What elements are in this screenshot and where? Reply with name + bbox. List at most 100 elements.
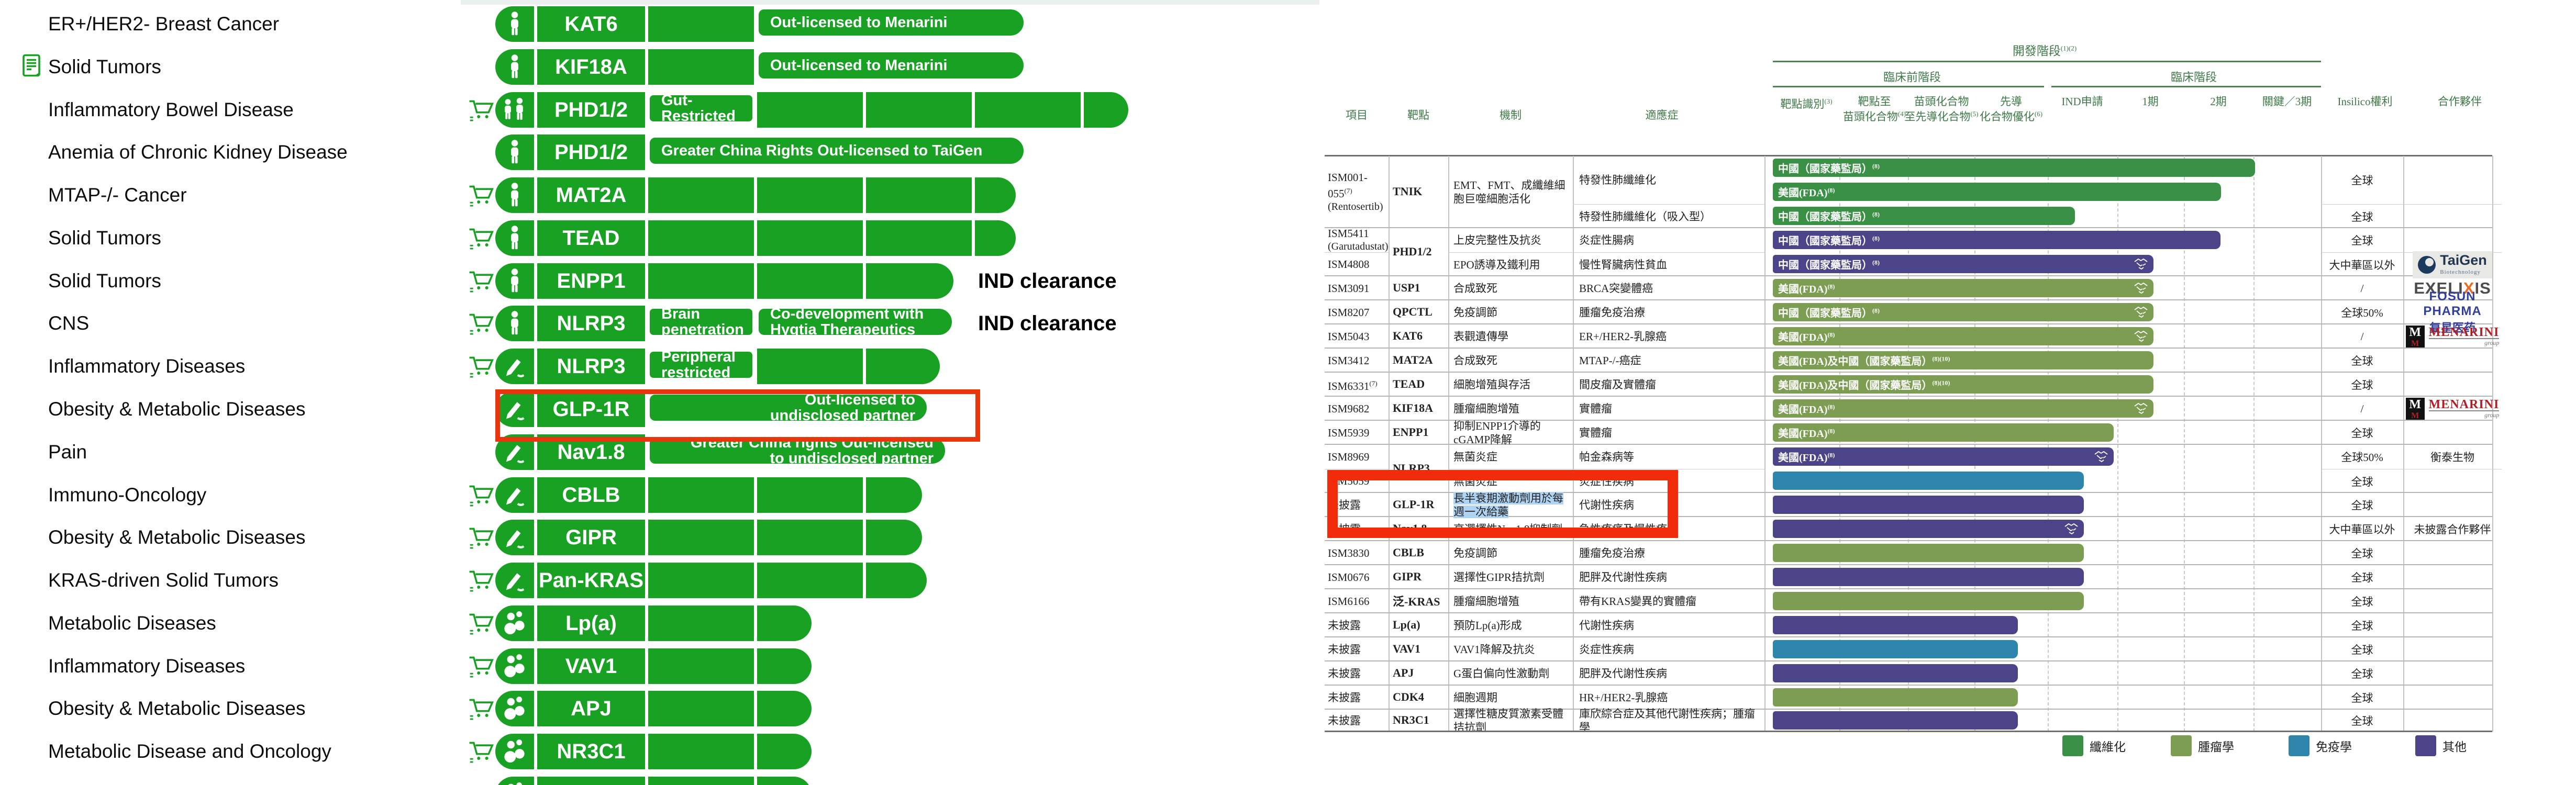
bar-approval-label: 中國（國家藥監局）(8): [1778, 160, 1880, 175]
mechanism-cell: 細胞增殖與存活: [1448, 373, 1573, 397]
pipeline-row: [0, 777, 1183, 785]
stage-segment: [648, 563, 754, 598]
item-id: ISM0676: [1328, 571, 1369, 584]
rights-column: 全球: [2321, 710, 2403, 731]
annotation-box: Greater China Rights Out-licensed to Tai…: [648, 136, 1025, 165]
partner-cell: 未披露合作夥伴: [2403, 517, 2502, 541]
header-line-preclinical: [1773, 86, 2044, 87]
item-cell: ISM8969: [1325, 445, 1389, 469]
mechanism-cell: 無菌炎症: [1448, 445, 1573, 469]
legend-label: 免疫學: [2316, 737, 2352, 755]
indication-column: 庫欣綜合症及其他代謝性疾病；腫瘤學: [1573, 710, 1764, 731]
menarini-logo: MMENARINIgroup: [2406, 398, 2500, 420]
pen-signing-icon: [503, 440, 527, 464]
mechanism-column: G蛋白偏向性激動劑: [1448, 661, 1573, 685]
item-id: ISM8969: [1328, 451, 1369, 463]
item-id: ISM5411: [1328, 227, 1369, 240]
target-pill-label: Pan-KRAS: [537, 563, 645, 598]
item-id: ISM5043: [1328, 330, 1369, 343]
item-id: 未披露: [1328, 643, 1361, 656]
modality-icon: [495, 605, 534, 641]
annotation-line: Hygtia Therapeutics: [770, 322, 940, 338]
stage-segment: [757, 92, 863, 128]
modality-icon: [495, 563, 534, 598]
indication-label: ER+/HER2- Breast Cancer: [48, 6, 279, 42]
stage-bar: [1773, 472, 2084, 490]
indication-label: Metabolic Diseases: [48, 605, 216, 641]
stage-segment: [648, 605, 754, 641]
stage-segment: [648, 691, 754, 726]
mechanism-column: 腫瘤細胞增殖: [1448, 589, 1573, 612]
partner-column: [2403, 589, 2502, 612]
partner-cell: [2403, 228, 2502, 252]
table-bottom-line: [1325, 731, 2492, 732]
program-row: ISM3830 CBLB 免疫調節 腫瘤免疫治療: [1325, 541, 2492, 565]
stage-bar: 中國（國家藥監局）(8): [1773, 159, 2255, 177]
item-cell: ISM3091: [1325, 276, 1389, 300]
rights-column: 全球: [2321, 349, 2403, 372]
rights-column: 全球: [2321, 613, 2403, 636]
stage-segment: [757, 263, 863, 299]
modality-icon: [495, 349, 534, 384]
mechanism-cell: 細胞週期: [1448, 686, 1573, 710]
target-cell: 泛-KRAS: [1389, 589, 1448, 612]
rights-column: 全球: [2321, 373, 2403, 396]
mechanism-cell: 抑制ENPP1介導的cGAMP降解: [1448, 421, 1573, 445]
partner-cell: [2403, 637, 2502, 661]
stage-segment: [757, 691, 812, 726]
legend-label: 其他: [2442, 737, 2467, 755]
stage-bar: [1773, 568, 2084, 586]
pipeline-row: Metabolic Diseases: [0, 605, 1183, 641]
pipeline-row: Obesity & Metabolic Diseases: [0, 691, 1183, 726]
stage-segment: [757, 520, 863, 555]
rights-cell: 全球: [2321, 469, 2403, 493]
cart-icon: [468, 225, 495, 254]
indication-column: ER+/HER2-乳腺癌: [1573, 324, 1764, 347]
stage-bar: [1773, 664, 2018, 682]
indication-cell: ER+/HER2-乳腺癌: [1573, 324, 1764, 349]
pipeline-slide-left: ER+/HER2- Breast Cancer KAT6: [0, 0, 1183, 785]
target-cell: VAV1: [1389, 637, 1448, 660]
item-column: ISM0676: [1325, 565, 1389, 588]
program-row: ISM3091 USP1 合成致死 BRCA突變體癌 美國(FD: [1325, 276, 2492, 300]
modality-icon: [495, 6, 534, 42]
mechanism-column: 細胞週期: [1448, 686, 1573, 709]
item-column: ISM5411 (Garutadustat) ISM4808: [1325, 228, 1389, 275]
annotation-box: Peripheralrestricted: [648, 350, 754, 379]
partner-cell: [2403, 589, 2502, 613]
person-icon: [507, 10, 523, 38]
modality-icon: [495, 263, 534, 299]
bar-approval-label: 中國（國家藥監局）(8): [1778, 232, 1880, 248]
indication-label: KRAS-driven Solid Tumors: [48, 563, 279, 598]
item-cell: 未披露: [1325, 686, 1389, 710]
indication-cell: 肥胖及代謝性疾病: [1573, 565, 1764, 589]
annotation-line: Brain: [661, 306, 741, 322]
partner-name-text: 未披露合作夥伴: [2414, 521, 2491, 537]
person-icon: [507, 182, 523, 209]
rights-cell: 全球50%: [2321, 300, 2403, 324]
program-row: ISM5043 KAT6 表觀遺傳學 ER+/HER2-乳腺癌: [1325, 324, 2492, 349]
legend-label: 纖維化: [2090, 737, 2126, 755]
ind-clearance-note: IND clearance: [978, 263, 1117, 299]
person-icon: [507, 53, 523, 81]
rights-column: 全球: [2321, 637, 2403, 660]
mechanism-cell: 免疫調節: [1448, 541, 1573, 565]
stage-segment: [648, 6, 754, 42]
indication-label: Inflammatory Bowel Disease: [48, 92, 294, 128]
annotation-line: Peripheral: [661, 349, 741, 365]
pipeline-row: Solid Tumors: [0, 263, 1183, 299]
item-cell: ISM8207: [1325, 300, 1389, 324]
rights-column: 全球: [2321, 493, 2403, 516]
partner-column: [2403, 421, 2502, 444]
stage-bar: [1773, 688, 2018, 706]
indication-column: BRCA突變體癌: [1573, 276, 1764, 299]
rights-cell: 全球: [2321, 349, 2403, 373]
program-row: ISM6331(7) TEAD 細胞增殖與存活 間皮瘤及實體瘤: [1325, 373, 2492, 397]
legend-swatch: [2171, 735, 2192, 756]
indication-column: 腫瘤免疫治療: [1573, 541, 1764, 564]
molecule-icon: [504, 781, 526, 785]
cart-icon: [468, 695, 495, 725]
target-pill-label: Lp(a): [537, 605, 645, 641]
partner-cell: [2403, 613, 2502, 637]
annotation-line: Gut-: [661, 93, 741, 108]
